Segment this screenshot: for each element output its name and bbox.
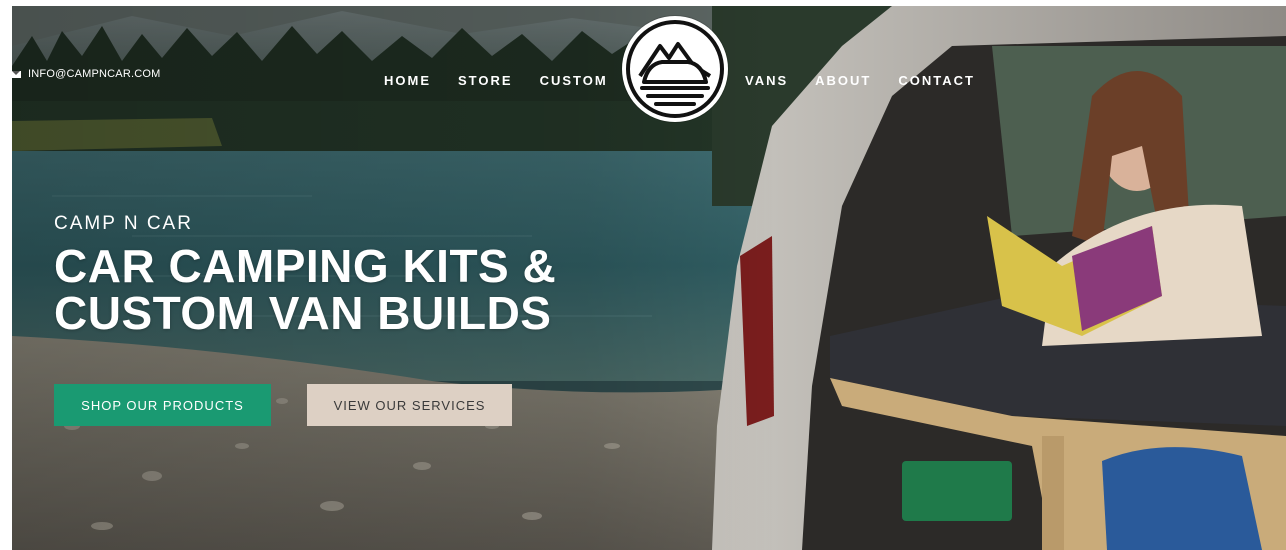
nav-right: VANS ABOUT CONTACT [745, 72, 975, 88]
nav-item-custom[interactable]: CUSTOM [540, 73, 608, 88]
nav-item-contact[interactable]: CONTACT [898, 73, 975, 88]
hero-headline: CAR CAMPING KITS & CUSTOM VAN BUILDS [54, 243, 556, 337]
view-services-button[interactable]: VIEW OUR SERVICES [307, 384, 512, 426]
envelope-icon [12, 70, 21, 78]
nav-item-store[interactable]: STORE [458, 73, 513, 88]
nav-item-home[interactable]: HOME [384, 73, 431, 88]
shop-products-button[interactable]: SHOP OUR PRODUCTS [54, 384, 271, 426]
hero-eyebrow: CAMP N CAR [54, 213, 193, 234]
nav-item-about[interactable]: ABOUT [815, 73, 871, 88]
logo-graphic [626, 20, 724, 118]
nav-left: HOME STORE CUSTOM [384, 72, 608, 88]
email-text: INFO@CAMPNCAR.COM [28, 68, 161, 80]
contact-email[interactable]: INFO@CAMPNCAR.COM [12, 67, 161, 81]
hero-section: INFO@CAMPNCAR.COM HOME STORE CUSTOM VANS… [12, 6, 1286, 550]
nav-item-vans[interactable]: VANS [745, 73, 788, 88]
mountain-van-logo-icon[interactable] [622, 16, 728, 122]
headline-line-1: CAR CAMPING KITS & [54, 240, 557, 292]
headline-line-2: CUSTOM VAN BUILDS [54, 287, 552, 339]
